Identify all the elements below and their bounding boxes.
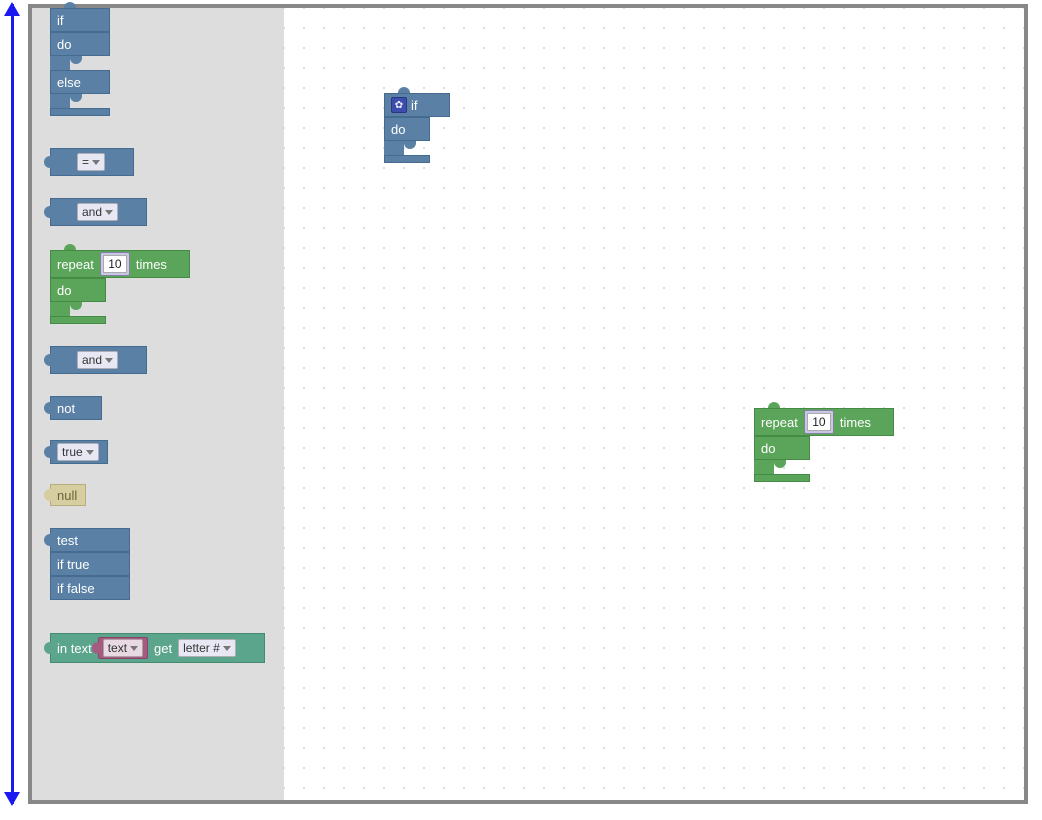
logic-op-dropdown[interactable]: and — [77, 203, 118, 221]
ws-block-repeat[interactable]: repeat 10 times do — [754, 408, 894, 482]
compare-op-dropdown[interactable]: = — [77, 153, 105, 171]
block-if-else[interactable]: if do else — [50, 8, 110, 116]
chevron-down-icon — [223, 646, 231, 651]
block-logic-and-2[interactable]: and — [50, 346, 147, 374]
toolbox-panel[interactable]: if do else = — [32, 8, 284, 800]
boolean-dropdown[interactable]: true — [57, 443, 99, 461]
ws-block-if[interactable]: ✿ if do — [384, 93, 450, 163]
label-repeat: repeat — [761, 415, 798, 430]
label-else: else — [57, 75, 81, 90]
chevron-down-icon — [105, 358, 113, 363]
label-in-text: in text — [57, 641, 92, 656]
block-not[interactable]: not — [50, 396, 102, 420]
label-if: if — [411, 98, 418, 113]
label-test: test — [57, 533, 78, 548]
label-repeat: repeat — [57, 257, 94, 272]
block-compare[interactable]: = — [50, 148, 134, 176]
chevron-down-icon — [92, 160, 100, 165]
label-if-true: if true — [57, 557, 90, 572]
letter-mode-dropdown[interactable]: letter # — [178, 639, 236, 657]
block-null[interactable]: null — [50, 484, 86, 506]
label-times: times — [136, 257, 167, 272]
label-if-false: if false — [57, 581, 95, 596]
block-text-get-letter[interactable]: in text text get letter # — [50, 633, 265, 663]
label-times: times — [840, 415, 871, 430]
label-null: null — [57, 488, 77, 503]
label-if: if — [57, 13, 64, 28]
block-repeat-times[interactable]: repeat 10 times do — [50, 250, 190, 324]
gear-icon[interactable]: ✿ — [391, 97, 407, 113]
label-do: do — [391, 122, 405, 137]
repeat-count-input[interactable]: 10 — [807, 413, 831, 431]
editor: if do else = — [28, 4, 1028, 804]
label-not: not — [57, 401, 75, 416]
label-get: get — [154, 641, 172, 656]
label-do: do — [57, 37, 71, 52]
label-do: do — [761, 441, 775, 456]
repeat-count-input[interactable]: 10 — [103, 255, 127, 273]
chevron-down-icon — [86, 450, 94, 455]
vertical-size-arrow — [11, 4, 14, 804]
variable-dropdown[interactable]: text — [103, 639, 143, 657]
label-do: do — [57, 283, 71, 298]
app-frame: if do else = — [0, 0, 1042, 820]
chevron-down-icon — [105, 210, 113, 215]
chevron-down-icon — [130, 646, 138, 651]
block-ternary[interactable]: test if true if false — [50, 528, 130, 600]
block-boolean[interactable]: true — [50, 440, 108, 464]
logic-op-dropdown[interactable]: and — [77, 351, 118, 369]
block-logic-and-1[interactable]: and — [50, 198, 147, 226]
workspace-canvas[interactable]: ✿ if do repeat 10 times — [284, 8, 1024, 800]
